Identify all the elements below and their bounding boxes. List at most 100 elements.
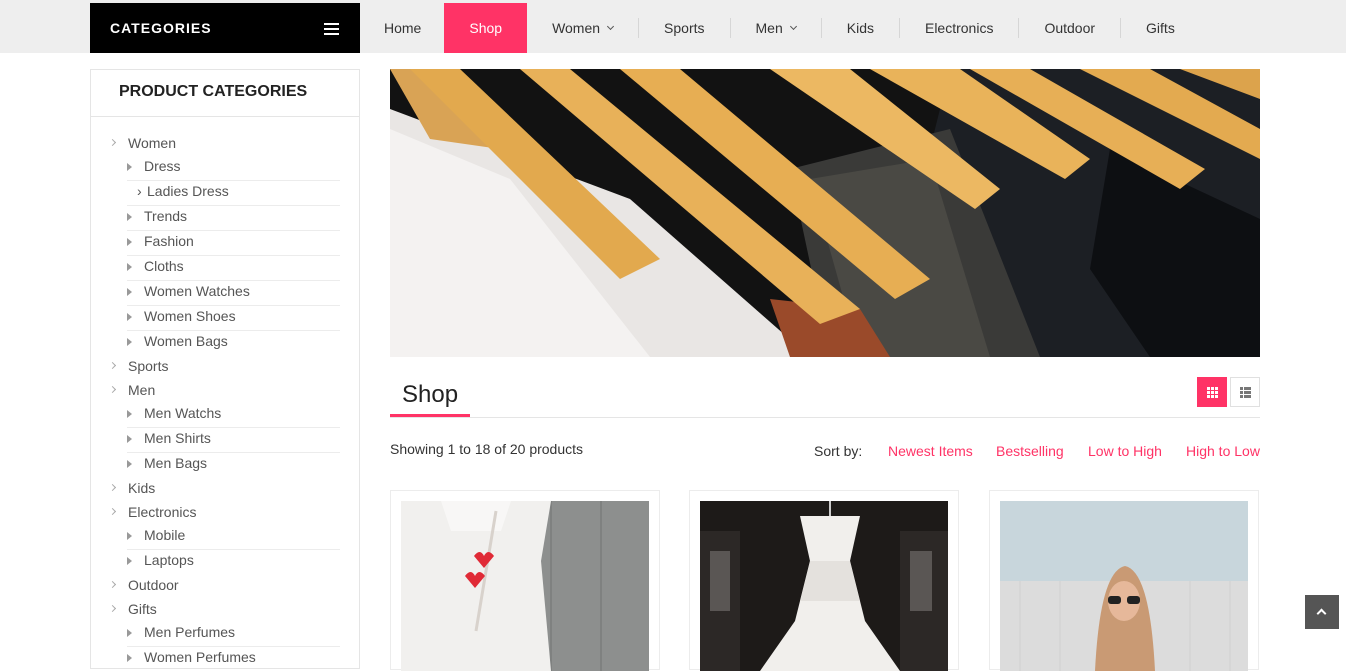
sort-newest[interactable]: Newest Items <box>888 443 973 459</box>
subcategory-women-bags[interactable]: Women Bags <box>127 331 340 356</box>
category-women[interactable]: Women <box>108 135 176 151</box>
nav-outdoor[interactable]: Outdoor <box>1019 3 1120 53</box>
subcategory-label: Men Shirts <box>144 430 211 446</box>
nav-electronics-label: Electronics <box>924 20 994 36</box>
categories-title: CATEGORIES <box>110 20 212 36</box>
categories-header[interactable]: CATEGORIES <box>90 3 360 53</box>
caret-right-icon <box>127 238 132 246</box>
divider <box>390 417 1260 418</box>
subcategory-label: Cloths <box>144 258 184 274</box>
grid-view-icon <box>1207 387 1218 398</box>
category-label: Men <box>128 382 156 398</box>
product-image[interactable] <box>401 501 649 671</box>
caret-right-icon <box>127 435 132 443</box>
product-image[interactable] <box>1000 501 1248 671</box>
caret-right-icon <box>127 313 132 321</box>
caret-right-icon <box>127 532 132 540</box>
subcategory-label: Men Bags <box>144 455 208 471</box>
subcategory-men-shirts[interactable]: Men Shirts <box>127 428 340 453</box>
nav-home[interactable]: Home <box>361 3 444 53</box>
sort-high-to-low[interactable]: High to Low <box>1186 443 1260 459</box>
nav-shop[interactable]: Shop <box>444 3 528 53</box>
nav-men-label: Men <box>755 20 783 36</box>
chevron-right-icon: › <box>137 183 142 199</box>
sort-label: Sort by: <box>814 443 863 459</box>
menu-icon[interactable] <box>324 23 339 35</box>
subcategory-laptops[interactable]: Laptops <box>127 550 340 575</box>
subcategory-men-bags[interactable]: Men Bags <box>127 453 340 478</box>
nav-women-label: Women <box>552 20 601 36</box>
subcategory-women-perfumes[interactable]: Women Perfumes <box>127 647 340 672</box>
subcategory-women-shoes[interactable]: Women Shoes <box>127 306 340 331</box>
subcategory-mobile[interactable]: Mobile <box>127 525 340 550</box>
nav-kids[interactable]: Kids <box>822 3 899 53</box>
subcategory-dress[interactable]: Dress <box>127 156 340 181</box>
main-nav: Home Shop Women Sports Men Kids Electron… <box>361 3 1200 53</box>
chevron-down-icon <box>789 22 797 30</box>
sort-bestselling[interactable]: Bestselling <box>996 443 1064 459</box>
caret-right-icon <box>127 654 132 662</box>
subcategory-label: Women Shoes <box>144 308 236 324</box>
category-gifts[interactable]: Gifts <box>108 601 157 617</box>
subcategory-label: Women Watches <box>144 283 250 299</box>
subcategory-label: Mobile <box>144 527 186 543</box>
nav-sports[interactable]: Sports <box>639 3 729 53</box>
caret-right-icon <box>127 410 132 418</box>
category-label: Outdoor <box>128 577 179 593</box>
subcategory-label: Dress <box>144 158 181 174</box>
category-men[interactable]: Men <box>108 382 156 398</box>
subcategory-trends[interactable]: Trends <box>127 206 340 231</box>
caret-right-icon <box>127 460 132 468</box>
category-label: Electronics <box>128 504 197 520</box>
nav-gifts-label: Gifts <box>1146 20 1175 36</box>
category-label: Kids <box>128 480 156 496</box>
grid-view-button[interactable] <box>1197 377 1227 407</box>
subcategory-ladies-dress[interactable]: › Ladies Dress <box>127 181 340 206</box>
chevron-up-icon <box>1316 608 1327 619</box>
subcategory-label: Women Bags <box>144 333 228 349</box>
caret-right-icon <box>127 629 132 637</box>
results-count: Showing 1 to 18 of 20 products <box>390 441 584 457</box>
nav-electronics[interactable]: Electronics <box>900 3 1018 53</box>
list-view-button[interactable] <box>1230 377 1260 407</box>
caret-right-icon <box>127 263 132 271</box>
subcategory-label: Trends <box>144 208 188 224</box>
subcategory-label: Ladies Dress <box>147 183 229 199</box>
nav-men[interactable]: Men <box>731 3 821 53</box>
subcategory-fashion[interactable]: Fashion <box>127 231 340 256</box>
category-outdoor[interactable]: Outdoor <box>108 577 179 593</box>
chevron-down-icon <box>607 22 615 30</box>
scroll-to-top-button[interactable] <box>1305 595 1339 629</box>
category-label: Sports <box>128 358 169 374</box>
product-card[interactable] <box>390 490 660 671</box>
caret-right-icon <box>127 557 132 565</box>
caret-right-icon <box>127 163 132 171</box>
category-electronics[interactable]: Electronics <box>108 504 197 520</box>
product-image[interactable] <box>700 501 948 671</box>
category-sports[interactable]: Sports <box>108 358 169 374</box>
subcategory-cloths[interactable]: Cloths <box>127 256 340 281</box>
page-title: Shop <box>402 381 459 408</box>
product-card[interactable] <box>989 490 1259 671</box>
nav-sports-label: Sports <box>664 20 705 36</box>
category-label: Gifts <box>128 601 157 617</box>
nav-shop-label: Shop <box>469 20 503 36</box>
sidebar-title: PRODUCT CATEGORIES <box>91 70 359 117</box>
shop-banner-image <box>390 69 1260 357</box>
subcategory-women-watches[interactable]: Women Watches <box>127 281 340 306</box>
nav-women[interactable]: Women <box>527 3 638 53</box>
subcategory-label: Men Watchs <box>144 405 222 421</box>
nav-home-label: Home <box>384 20 422 36</box>
category-kids[interactable]: Kids <box>108 480 156 496</box>
list-view-icon <box>1240 387 1251 398</box>
nav-outdoor-label: Outdoor <box>1044 20 1096 36</box>
subcategory-label: Women Perfumes <box>144 649 256 665</box>
category-label: Women <box>128 135 176 151</box>
subcategory-men-perfumes[interactable]: Men Perfumes <box>127 622 340 647</box>
caret-right-icon <box>127 288 132 296</box>
sort-low-to-high[interactable]: Low to High <box>1088 443 1162 459</box>
nav-kids-label: Kids <box>846 20 874 36</box>
subcategory-men-watchs[interactable]: Men Watchs <box>127 403 340 428</box>
product-card[interactable] <box>689 490 959 671</box>
nav-gifts[interactable]: Gifts <box>1121 3 1200 53</box>
